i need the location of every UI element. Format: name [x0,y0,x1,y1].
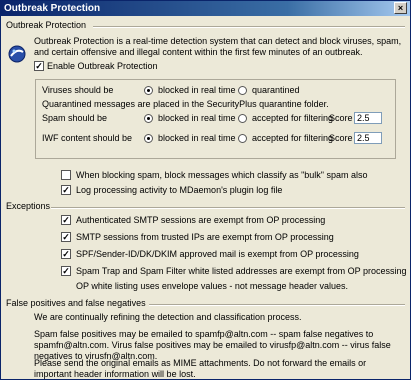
enable-op-checkbox[interactable]: ✓ [34,61,44,71]
viruses-quarantined-label: quarantined [252,85,300,95]
spam-accepted-label: accepted for filtering [252,113,334,123]
exempt-auth-smtp-label: Authenticated SMTP sessions are exempt f… [76,215,326,225]
bulk-spam-checkbox[interactable] [61,170,71,180]
spam-accepted-radio[interactable] [238,114,247,123]
fp-refining-text: We are continually refining the detectio… [34,312,302,322]
spam-score-input[interactable]: 2.5 [354,112,382,124]
viruses-label: Viruses should be [42,85,114,95]
whitelist-note: OP white listing uses envelope values - … [76,281,348,291]
viruses-blocked-label: blocked in real time [158,85,236,95]
exceptions-divider [51,207,405,209]
exempt-spf-dkim-label: SPF/Sender-ID/DK/DKIM approved mail is e… [76,249,359,259]
bulk-spam-label: When blocking spam, block messages which… [76,170,368,180]
viruses-blocked-radio[interactable] [144,86,153,95]
title-bar: Outbreak Protection × [1,1,410,16]
exempt-whitelist-label: Spam Trap and Spam Filter white listed a… [76,266,407,276]
quarantine-note: Quarantined messages are placed in the S… [42,99,329,109]
exempt-auth-smtp-checkbox[interactable]: ✓ [61,215,71,225]
viruses-quarantined-radio[interactable] [238,86,247,95]
spam-score-label: Score [329,113,353,123]
close-button[interactable]: × [394,2,407,14]
exempt-trusted-ips-checkbox[interactable]: ✓ [61,232,71,242]
iwf-score-label: Score [329,133,353,143]
exempt-spf-dkim-checkbox[interactable]: ✓ [61,249,71,259]
exempt-whitelist-checkbox[interactable]: ✓ [61,266,71,276]
outbreak-shield-icon [8,45,26,63]
iwf-accepted-label: accepted for filtering [252,133,334,143]
iwf-accepted-radio[interactable] [238,134,247,143]
iwf-label: IWF content should be [42,133,133,143]
log-activity-label: Log processing activity to MDaemon's plu… [76,185,283,195]
spam-blocked-label: blocked in real time [158,113,236,123]
enable-op-label: Enable Outbreak Protection [47,61,158,71]
false-positives-divider [149,304,405,306]
exceptions-heading: Exceptions [6,201,51,211]
op-description: Outbreak Protection is a real-time detec… [34,36,402,57]
fp-mime-text: Please send the original emails as MIME … [34,358,367,379]
op-section-heading: Outbreak Protection [6,20,87,30]
log-activity-checkbox[interactable]: ✓ [61,185,71,195]
spam-blocked-radio[interactable] [144,114,153,123]
iwf-blocked-radio[interactable] [144,134,153,143]
window-title: Outbreak Protection [4,3,101,14]
outbreak-protection-dialog: Outbreak Protection × Outbreak Protectio… [0,0,411,380]
exempt-trusted-ips-label: SMTP sessions from trusted IPs are exemp… [76,232,334,242]
spam-label: Spam should be [42,113,108,123]
iwf-blocked-label: blocked in real time [158,133,236,143]
op-section-divider [93,26,405,28]
iwf-score-input[interactable]: 2.5 [354,132,382,144]
false-positives-heading: False positives and false negatives [6,298,146,308]
